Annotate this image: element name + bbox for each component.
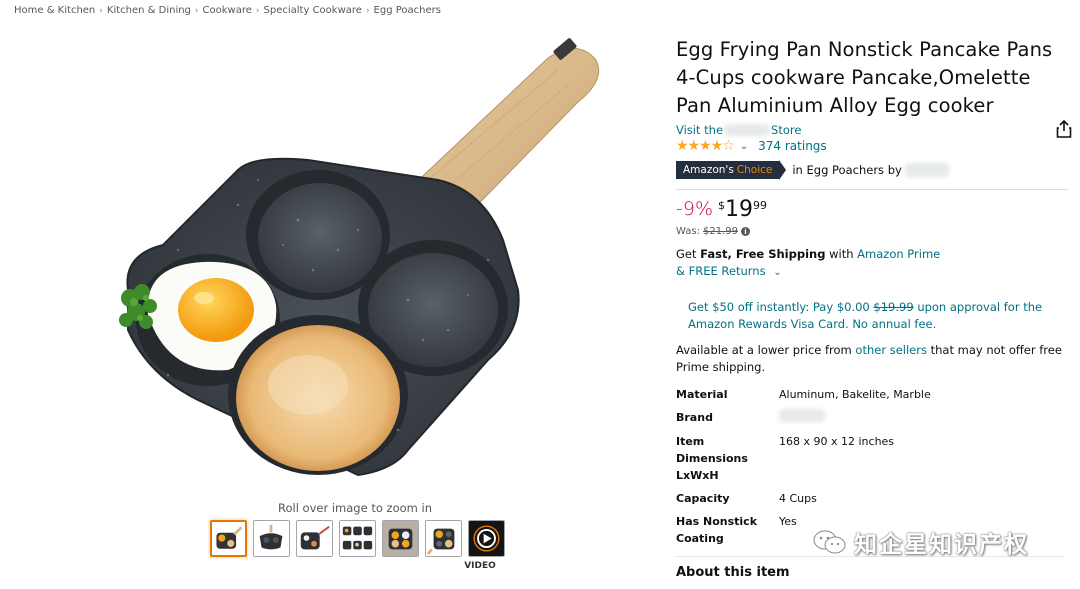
store-link-suffix: Store	[771, 123, 802, 137]
store-link-prefix: Visit the	[676, 123, 724, 137]
spec-key: Brand	[676, 411, 713, 424]
watermark: 知企星知识产权	[812, 525, 1029, 559]
thumbnail-4[interactable]	[339, 520, 376, 557]
promo-strike-price: $19.99	[873, 300, 914, 314]
thumbnail-1[interactable]	[210, 520, 247, 557]
table-row: Capacity 4 Cups	[676, 487, 931, 510]
breadcrumb-cookware[interactable]: Cookware	[203, 5, 252, 16]
breadcrumb-separator: ›	[99, 5, 103, 16]
amazons-choice-row: Amazon's Choice in Egg Poachers by	[676, 160, 1068, 180]
discount-percent: -9%	[676, 198, 713, 220]
about-this-item-heading: About this item	[676, 565, 790, 580]
redacted-brand	[904, 163, 949, 177]
spec-key: Item Dimensions LxWxH	[676, 435, 748, 482]
badge-context[interactable]: in Egg Poachers by	[792, 163, 901, 177]
spec-value: 168 x 90 x 12 inches	[779, 435, 895, 448]
breadcrumb-kitchen-dining[interactable]: Kitchen & Dining	[107, 5, 191, 16]
thumbnail-video[interactable]	[468, 520, 505, 557]
video-label: VIDEO	[464, 561, 496, 571]
breadcrumb-separator: ›	[194, 5, 199, 16]
pan-thumb-icon	[383, 521, 418, 556]
share-icon[interactable]	[1056, 120, 1072, 138]
redacted-brand-value	[779, 409, 825, 422]
breadcrumb-home-kitchen[interactable]: Home & Kitchen	[14, 5, 95, 16]
breadcrumb-egg-poachers[interactable]: Egg Poachers	[374, 5, 441, 16]
spec-key: Material	[676, 388, 728, 401]
pan-thumb-icon	[254, 521, 289, 556]
price-currency: $	[718, 199, 725, 212]
spec-value: Aluminum, Bakelite, Marble	[779, 388, 931, 401]
amazons-choice-badge: Amazon's Choice	[676, 161, 780, 179]
thumbnail-6[interactable]	[425, 520, 462, 557]
price-fraction: 99	[753, 199, 767, 212]
price-row: -9% $ 19 99	[676, 198, 1068, 222]
rating-row: ★★★★☆ ⌄ 374 ratings	[676, 138, 1068, 154]
pan-thumb-icon	[212, 522, 245, 555]
badge-tail	[779, 160, 787, 180]
breadcrumb-separator: ›	[255, 5, 260, 16]
shipping-fast-free: Fast, Free Shipping	[700, 247, 826, 261]
chevron-down-icon[interactable]: ⌄	[773, 267, 781, 278]
table-row: Item Dimensions LxWxH 168 x 90 x 12 inch…	[676, 430, 931, 487]
shipping-info: Get Fast, Free Shipping with Amazon Prim…	[676, 246, 1068, 281]
price-whole: 19	[725, 197, 753, 222]
shipping-with: with	[829, 247, 854, 261]
shipping-get: Get	[676, 247, 697, 261]
star-rating-icon[interactable]: ★★★★☆	[676, 138, 735, 154]
product-title: Egg Frying Pan Nonstick Pancake Pans 4-C…	[676, 38, 1053, 117]
pan-thumb-icon	[297, 521, 332, 556]
redacted-store-name	[724, 124, 771, 136]
table-row: Material Aluminum, Bakelite, Marble	[676, 383, 931, 406]
breadcrumb-separator: ›	[365, 5, 370, 16]
spec-key: Has Nonstick Coating	[676, 515, 758, 545]
spec-value	[779, 406, 931, 430]
was-label: Was:	[676, 226, 700, 237]
spec-value: 4 Cups	[779, 492, 817, 505]
breadcrumb: Home & Kitchen › Kitchen & Dining › Cook…	[14, 5, 441, 16]
ratings-count-link[interactable]: 374 ratings	[758, 139, 827, 153]
breadcrumb-specialty-cookware[interactable]: Specialty Cookware	[264, 5, 362, 16]
spec-key: Capacity	[676, 492, 730, 505]
lower-part1: Available at a lower price from	[676, 343, 852, 357]
video-thumb-icon	[469, 521, 504, 556]
other-sellers-link[interactable]: other sellers	[855, 343, 927, 357]
free-returns-link[interactable]: & FREE Returns	[676, 264, 766, 278]
thumbnail-5[interactable]	[382, 520, 419, 557]
divider	[676, 189, 1068, 190]
was-price: $21.99	[702, 226, 738, 237]
thumbnail-2[interactable]	[253, 520, 290, 557]
watermark-text: 知企星知识产权	[854, 532, 1029, 558]
pan-thumb-icon	[426, 521, 461, 556]
was-price-row: Was: $21.99 i	[676, 226, 1068, 237]
rewards-card-promo[interactable]: Get $50 off instantly: Pay $0.00 $19.99 …	[688, 299, 1068, 333]
amazon-prime-link[interactable]: Amazon Prime	[857, 247, 940, 261]
store-link[interactable]: Visit the Store	[676, 123, 1068, 137]
thumbnail-strip	[210, 520, 505, 557]
promo-part1: Get $50 off instantly: Pay $0.00	[688, 300, 870, 314]
egg-pan-illustration	[119, 38, 600, 477]
pan-thumb-icon	[340, 521, 375, 556]
info-icon[interactable]: i	[740, 227, 750, 236]
main-product-image[interactable]	[108, 30, 608, 500]
zoom-hint: Roll over image to zoom in	[278, 501, 432, 515]
lower-price-notice: Available at a lower price from other se…	[676, 342, 1068, 376]
chevron-down-icon[interactable]: ⌄	[740, 141, 748, 152]
badge-prefix: Amazon's	[683, 164, 734, 176]
wechat-icon	[813, 530, 846, 554]
product-details: Egg Frying Pan Nonstick Pancake Pans 4-C…	[676, 36, 1068, 550]
table-row: Brand	[676, 406, 931, 430]
thumbnail-3[interactable]	[296, 520, 333, 557]
badge-choice: Choice	[736, 164, 773, 176]
